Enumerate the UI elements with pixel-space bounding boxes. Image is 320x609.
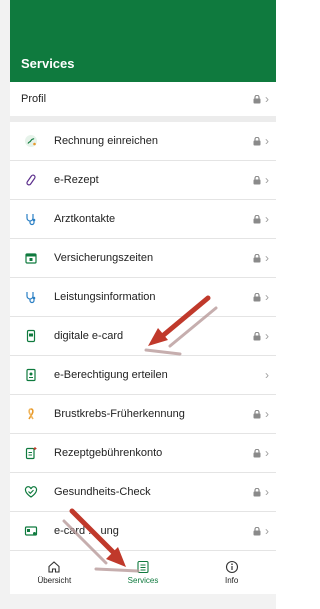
nav-label: Services [127, 576, 159, 585]
chevron-right-icon: › [265, 212, 269, 226]
nav-label: Info [225, 576, 239, 585]
service-label: e-card ... ung [54, 525, 119, 537]
service-label: e-Berechtigung erteilen [54, 369, 168, 381]
lock-icon [253, 409, 261, 418]
service-row[interactable]: Arztkontakte › [10, 200, 276, 239]
lock-icon [253, 331, 261, 340]
chevron-right-icon: › [265, 329, 269, 343]
heart-check-icon [23, 484, 39, 500]
stethoscope-icon [23, 289, 39, 305]
screenshot-frame: Services Profil › Rechnung einreichen › e-… [0, 0, 276, 609]
service-row[interactable]: e-card ... ung › [10, 512, 276, 551]
profil-label: Profil [21, 93, 47, 105]
chevron-right-icon: › [265, 368, 269, 382]
service-label: Rechnung einreichen [54, 135, 158, 147]
service-label: Brustkrebs-Früherkennung [54, 408, 185, 420]
lock-icon [253, 292, 261, 301]
service-row[interactable]: Rezeptgebührenkonto › [10, 434, 276, 473]
chevron-right-icon: › [265, 290, 269, 304]
bottom-nav: Übersicht Services Info [10, 550, 276, 594]
lock-icon [253, 448, 261, 457]
list-icon [137, 560, 149, 574]
document-plus-icon [23, 445, 39, 461]
service-label: e-Rezept [54, 174, 99, 186]
chevron-right-icon: › [265, 446, 269, 460]
service-label: Rezeptgebührenkonto [54, 447, 163, 459]
service-list: Rechnung einreichen › e-Rezept › Arztkontakt… [10, 122, 276, 551]
app-screen: Services Profil › Rechnung einreichen › e-… [10, 0, 276, 594]
profil-row[interactable]: Profil › [10, 82, 276, 122]
service-row[interactable]: Brustkrebs-Früherkennung › [10, 395, 276, 434]
chevron-right-icon: › [265, 524, 269, 538]
service-row[interactable]: e-Berechtigung erteilen › [10, 356, 276, 395]
card-icon [23, 523, 39, 539]
calendar-icon [23, 250, 39, 266]
lock-icon [253, 136, 261, 145]
lock-icon [253, 253, 261, 262]
lock-icon [253, 94, 261, 103]
document-icon [23, 367, 39, 383]
chevron-right-icon: › [265, 134, 269, 148]
service-row[interactable]: Leistungsinformation › [10, 278, 276, 317]
service-label: Gesundheits-Check [54, 486, 151, 498]
lock-icon [253, 487, 261, 496]
chevron-right-icon: › [265, 92, 269, 106]
service-row[interactable]: digitale e-card › [10, 317, 276, 356]
ribbon-icon [23, 406, 39, 422]
service-row[interactable]: Rechnung einreichen › [10, 122, 276, 161]
service-label: Arztkontakte [54, 213, 116, 225]
chevron-right-icon: › [265, 485, 269, 499]
nav-info[interactable]: Info [187, 551, 276, 594]
service-row[interactable]: e-Rezept › [10, 161, 276, 200]
service-row[interactable]: Versicherungszeiten › [10, 239, 276, 278]
chevron-right-icon: › [265, 173, 269, 187]
nav-uebersicht[interactable]: Übersicht [10, 551, 99, 594]
page-title: Services [21, 56, 75, 71]
phone-card-icon [23, 328, 39, 344]
lock-icon [253, 526, 261, 535]
nav-services[interactable]: Services [99, 551, 188, 594]
service-label: digitale e-card [54, 330, 124, 342]
home-icon [48, 561, 60, 573]
header: Services [10, 0, 276, 82]
nav-label: Übersicht [37, 576, 72, 585]
pill-icon [23, 172, 39, 188]
info-icon [225, 560, 238, 574]
service-label: Versicherungszeiten [54, 252, 154, 264]
service-row[interactable]: Gesundheits-Check › [10, 473, 276, 512]
lock-icon [253, 214, 261, 223]
stethoscope-icon [23, 211, 39, 227]
chevron-right-icon: › [265, 251, 269, 265]
invoice-icon [23, 133, 39, 149]
service-label: Leistungsinformation [54, 291, 156, 303]
chevron-right-icon: › [265, 407, 269, 421]
lock-icon [253, 175, 261, 184]
